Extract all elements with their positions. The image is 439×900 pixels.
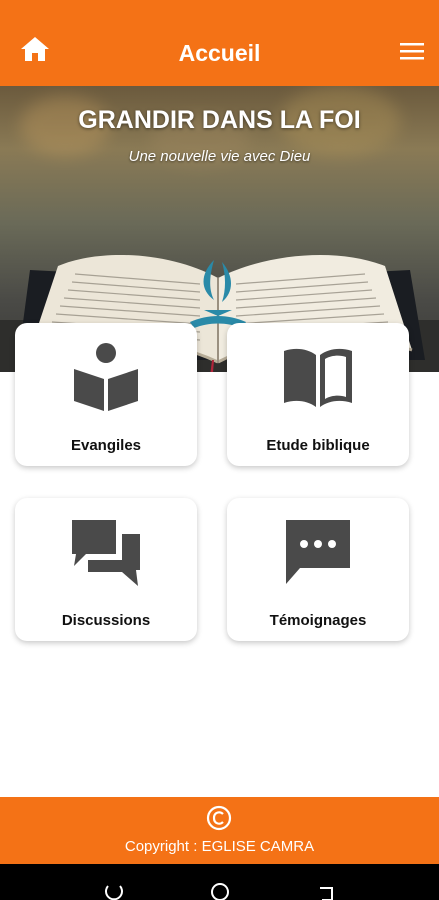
copyright-icon bbox=[206, 805, 232, 831]
app-bar: Accueil bbox=[0, 10, 439, 86]
card-evangiles[interactable]: Evangiles bbox=[15, 323, 197, 466]
copyright-text: Copyright : EGLISE CAMRA bbox=[124, 838, 315, 855]
footer: Copyright : EGLISE CAMRA bbox=[0, 797, 439, 864]
card-discussions[interactable]: Discussions bbox=[15, 498, 197, 641]
card-temoignages[interactable]: Témoignages bbox=[227, 498, 409, 641]
open-book-icon bbox=[284, 348, 352, 407]
comment-dots-icon bbox=[286, 520, 350, 584]
card-label: Evangiles bbox=[70, 437, 142, 454]
back-nav-icon[interactable] bbox=[316, 882, 336, 900]
hero-title: GRANDIR DANS LA FOI bbox=[78, 106, 361, 134]
card-label: Témoignages bbox=[269, 612, 367, 629]
chat-bubbles-icon bbox=[72, 520, 140, 586]
reader-book-icon bbox=[74, 343, 138, 411]
page-title: Accueil bbox=[178, 40, 261, 66]
system-nav-bar bbox=[0, 864, 439, 900]
card-etude-biblique[interactable]: Etude biblique bbox=[227, 323, 409, 466]
status-bar bbox=[0, 0, 439, 10]
card-label: Discussions bbox=[61, 612, 151, 629]
hamburger-menu-icon[interactable] bbox=[399, 40, 425, 62]
home-nav-icon[interactable] bbox=[210, 882, 230, 900]
card-label: Etude biblique bbox=[266, 437, 370, 454]
recent-apps-icon[interactable] bbox=[104, 882, 124, 900]
hero-subtitle: Une nouvelle vie avec Dieu bbox=[128, 148, 311, 165]
